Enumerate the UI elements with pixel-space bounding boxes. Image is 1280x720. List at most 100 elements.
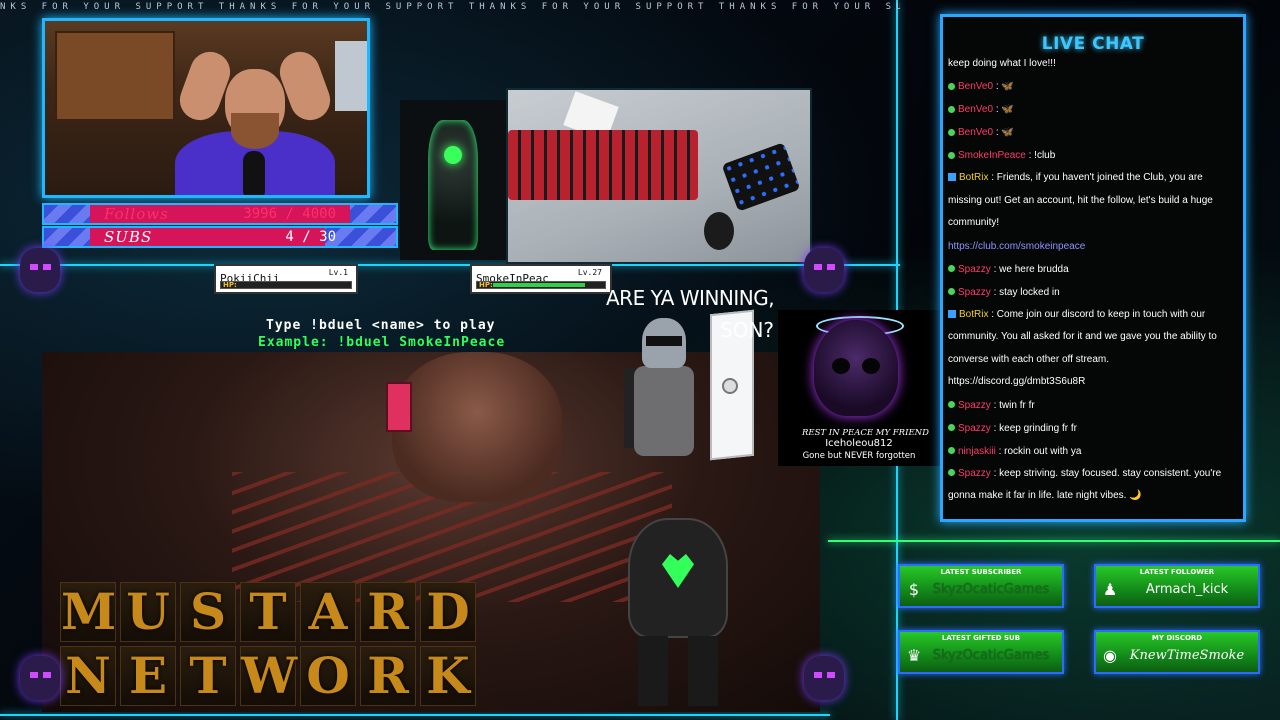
logo-letter: R: [360, 646, 416, 706]
logo-letter: T: [180, 646, 236, 706]
chat-text: : Friends, if you haven't joined the Clu…: [948, 172, 1213, 228]
support-ticker: NKS FOR YOUR SUPPORT THANKS FOR YOUR SUP…: [0, 2, 900, 12]
chat-badge-icon: [948, 469, 955, 477]
hp-bar: HP:: [476, 281, 606, 289]
chat-username[interactable]: ninjaskiii: [958, 446, 996, 457]
logo-line-network: NETWORK: [60, 646, 476, 706]
logo-letter: W: [240, 646, 298, 706]
chat-message: BotRix : Friends, if you haven't joined …: [948, 167, 1234, 235]
chat-username[interactable]: BotRix: [959, 309, 988, 320]
users-icon: ♟: [1102, 580, 1118, 599]
chat-text[interactable]: https://club.com/smokeinpeace: [948, 241, 1085, 252]
duel-player-level: Lv.27: [577, 268, 602, 277]
pixel-character: [386, 382, 412, 432]
chat-badge-icon: [948, 151, 955, 159]
latest-gifted-sub-alert: ♛ LATEST GIFTED SUB SkyzOcaticGames: [898, 630, 1064, 674]
memorial-name: Iceholeou812: [825, 438, 893, 449]
chat-message: Spazzy : keep grinding fr fr: [948, 417, 1234, 440]
chat-username[interactable]: Spazzy: [958, 264, 991, 275]
chat-username[interactable]: BenVe0: [958, 81, 993, 92]
chat-message-list[interactable]: keep doing what I love!!! BenVe0 : 🦋 BenVe…: [948, 52, 1234, 506]
alert-title: LATEST GIFTED SUB: [941, 634, 1021, 642]
dollar-icon: $: [908, 580, 920, 599]
duel-player-level: Lv.1: [328, 268, 348, 277]
chat-username[interactable]: SmokeInPeace: [958, 150, 1026, 161]
chat-username[interactable]: Spazzy: [958, 423, 991, 434]
sub-goal-label: SUBS: [104, 228, 153, 246]
chat-badge-icon: [948, 265, 955, 273]
green-divider: [828, 540, 1280, 542]
duel-player-card: PokiiChii Lv.1 HP:: [214, 264, 358, 294]
meme-caption: ARE YA WINNING,: [606, 286, 775, 310]
streamer-beard: [231, 113, 279, 149]
memorial-subtitle: Gone but NEVER forgotten: [802, 451, 916, 461]
mandalorian-figure: [624, 318, 704, 458]
chat-text: : twin fr fr: [990, 399, 1035, 411]
chat-message: Spazzy : stay locked in: [948, 281, 1234, 304]
live-chat-title: LIVE CHAT: [1041, 34, 1145, 54]
game-character-face: [392, 352, 562, 502]
my-discord-alert[interactable]: ◉ MY DISCORD KnewTimeSmoke: [1094, 630, 1260, 674]
logo-letter: R: [360, 582, 416, 642]
logo-letter: A: [300, 582, 356, 642]
chat-message: ninjaskiii : rockin out with ya: [948, 440, 1234, 463]
chat-text: : 🦋: [993, 81, 1014, 92]
chat-text: : !club: [1025, 150, 1056, 161]
webcam-feed: [42, 18, 370, 198]
logo-letter: U: [120, 582, 176, 642]
mouse: [704, 212, 734, 250]
skull-icon: [814, 320, 898, 416]
alert-title: LATEST FOLLOWER: [1139, 568, 1215, 576]
chat-message: BenVe0 : 🦋: [948, 75, 1234, 98]
chat-text: : rockin out with ya: [995, 445, 1082, 457]
chat-username[interactable]: Spazzy: [958, 287, 991, 298]
chat-message: BenVe0 : 🦋: [948, 98, 1234, 121]
armored-knight-image: [598, 498, 758, 708]
cannabis-hero-image: [400, 100, 506, 260]
chat-badge-icon: [948, 128, 955, 136]
chat-text: : 🦋: [993, 104, 1014, 115]
follower-goal-count: 3996 / 4000: [243, 206, 336, 222]
chat-message: Spazzy : twin fr fr: [948, 394, 1234, 417]
logo-letter: D: [420, 582, 476, 642]
alert-value: SkyzOcaticGames: [932, 648, 1050, 663]
demon-icon: [10, 238, 70, 298]
chat-text: : Come join our discord to keep in touch…: [948, 308, 1217, 388]
logo-letter: T: [240, 582, 296, 642]
alert-title: MY DISCORD: [1151, 634, 1203, 642]
chat-username[interactable]: BenVe0: [958, 104, 993, 115]
hp-label: HP:: [223, 281, 237, 289]
chat-username[interactable]: Spazzy: [958, 400, 991, 411]
chat-message: BenVe0 : 🦋: [948, 121, 1234, 144]
chat-username[interactable]: BotRix: [959, 172, 988, 183]
logo-letter: S: [180, 582, 236, 642]
chat-username[interactable]: BenVe0: [958, 127, 993, 138]
chat-badge-icon: [948, 309, 956, 318]
microphone: [243, 151, 265, 195]
hp-label: HP:: [479, 281, 493, 289]
chat-text: : 🦋: [993, 127, 1014, 138]
hp-bar: HP:: [220, 281, 352, 289]
chat-message: SmokeInPeace : !club: [948, 144, 1234, 167]
logo-letter: M: [60, 582, 117, 642]
duel-player-card: SmokeInPeac Lv.27 HP:: [470, 264, 612, 294]
memorial-tagline: REST IN PEACE MY FRIEND: [802, 428, 929, 438]
shelf: [55, 31, 175, 121]
window: [335, 41, 367, 111]
discord-icon: ◉: [1103, 646, 1117, 665]
alert-title: LATEST SUBSCRIBER: [940, 568, 1022, 576]
chat-message: Spazzy : keep striving. stay focused. st…: [948, 463, 1234, 507]
chat-badge-icon: [948, 401, 955, 409]
chat-badge-icon: [948, 105, 955, 113]
chat-username[interactable]: Spazzy: [958, 468, 991, 479]
logo-letter: O: [300, 646, 356, 706]
chat-message: https://club.com/smokeinpeace: [948, 235, 1234, 258]
crown-icon: ♛: [906, 646, 922, 665]
chat-text: keep doing what I love!!!: [948, 58, 1056, 69]
alert-value: Armach_kick: [1145, 582, 1229, 597]
follower-goal-bar: Follows 3996 / 4000: [42, 203, 398, 225]
bduel-instruction: Type !bduel <name> to play: [266, 318, 496, 333]
follower-goal-label: Follows: [104, 205, 169, 223]
chat-text: : stay locked in: [990, 286, 1060, 298]
memorial-panel: REST IN PEACE MY FRIEND Iceholeou812 Gon…: [778, 310, 940, 466]
